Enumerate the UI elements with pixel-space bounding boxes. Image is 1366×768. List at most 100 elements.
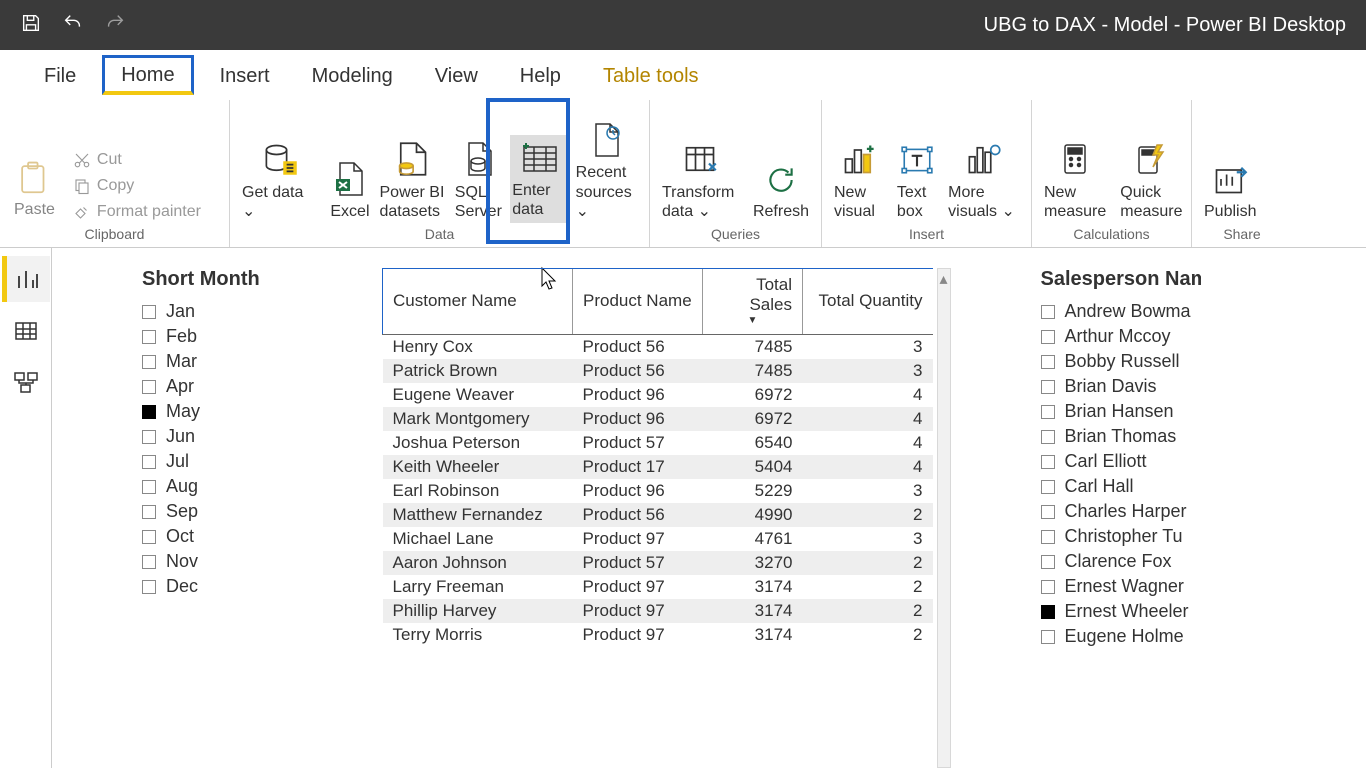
checkbox-icon <box>1041 480 1055 494</box>
column-header[interactable]: Total Quantity <box>803 269 933 335</box>
data-table[interactable]: Customer NameProduct NameTotal Sales▼Tot… <box>382 268 933 768</box>
menu-view[interactable]: View <box>419 59 494 92</box>
slicer-item[interactable]: Carl Elliott <box>1041 449 1201 474</box>
table-row[interactable]: Larry FreemanProduct 9731742 <box>383 575 933 599</box>
table-row[interactable]: Mark MontgomeryProduct 9669724 <box>383 407 933 431</box>
slicer-salesperson[interactable]: Salesperson Nam Andrew BowmaArthur Mccoy… <box>1041 268 1201 768</box>
excel-button[interactable]: Excel <box>328 159 371 223</box>
slicer-item[interactable]: Christopher Tu <box>1041 524 1201 549</box>
undo-icon[interactable] <box>62 12 84 39</box>
slicer-item[interactable]: May <box>142 399 342 424</box>
more-visuals-button[interactable]: More visuals ⌄ <box>946 139 1021 223</box>
pbi-datasets-button[interactable]: Power BI datasets <box>378 139 447 223</box>
menu-help[interactable]: Help <box>504 59 577 92</box>
table-scrollbar[interactable]: ▴ <box>937 268 951 768</box>
table-row[interactable]: Keith WheelerProduct 1754044 <box>383 455 933 479</box>
menu-insert[interactable]: Insert <box>204 59 286 92</box>
report-view-button[interactable] <box>2 256 50 302</box>
slicer-item[interactable]: Clarence Fox <box>1041 549 1201 574</box>
save-icon[interactable] <box>20 12 42 39</box>
slicer-item[interactable]: Oct <box>142 524 342 549</box>
model-view-button[interactable] <box>2 360 50 406</box>
table-row[interactable]: Patrick BrownProduct 5674853 <box>383 359 933 383</box>
slicer-item-label: Andrew Bowma <box>1065 301 1191 322</box>
slicer-item[interactable]: Aug <box>142 474 342 499</box>
enter-data-button[interactable]: Enter data <box>510 135 567 223</box>
cell-sales: 4761 <box>703 527 803 551</box>
slicer-item[interactable]: Feb <box>142 324 342 349</box>
chevron-down-icon: ⌄ <box>576 203 589 220</box>
table-row[interactable]: Matthew FernandezProduct 5649902 <box>383 503 933 527</box>
column-header[interactable]: Product Name <box>573 269 703 335</box>
slicer-item[interactable]: Jun <box>142 424 342 449</box>
slicer-item[interactable]: Bobby Russell <box>1041 349 1201 374</box>
table-row[interactable]: Eugene WeaverProduct 9669724 <box>383 383 933 407</box>
column-header[interactable]: Total Sales▼ <box>703 269 803 335</box>
slicer-item[interactable]: Ernest Wheeler <box>1041 599 1201 624</box>
menu-table-tools[interactable]: Table tools <box>587 59 715 92</box>
cell-sales: 7485 <box>703 335 803 360</box>
new-visual-button[interactable]: New visual <box>832 139 887 223</box>
get-data-button[interactable]: Get data ⌄ <box>240 139 322 223</box>
refresh-button[interactable]: Refresh <box>751 161 811 223</box>
table-row[interactable]: Aaron JohnsonProduct 5732702 <box>383 551 933 575</box>
checkbox-icon <box>1041 580 1055 594</box>
data-view-button[interactable] <box>2 308 50 354</box>
cell-customer: Aaron Johnson <box>383 551 573 575</box>
slicer-item[interactable]: Carl Hall <box>1041 474 1201 499</box>
slicer-item[interactable]: Mar <box>142 349 342 374</box>
slicer-item[interactable]: Charles Harper <box>1041 499 1201 524</box>
table-row[interactable]: Henry CoxProduct 5674853 <box>383 335 933 360</box>
slicer-item[interactable]: Sep <box>142 499 342 524</box>
slicer-item[interactable]: Jan <box>142 299 342 324</box>
checkbox-icon <box>1041 455 1055 469</box>
table-row[interactable]: Phillip HarveyProduct 9731742 <box>383 599 933 623</box>
chevron-down-icon: ⌄ <box>1002 203 1015 220</box>
slicer-item[interactable]: Ernest Wagner <box>1041 574 1201 599</box>
transform-data-button[interactable]: Transform data ⌄ <box>660 139 741 223</box>
slicer-item-label: Jan <box>166 301 195 322</box>
quick-measure-button[interactable]: Quick measure <box>1118 139 1184 223</box>
text-box-button[interactable]: Text box <box>895 141 938 223</box>
cell-product: Product 97 <box>573 599 703 623</box>
chevron-down-icon: ⌄ <box>698 203 711 220</box>
checkbox-icon <box>142 305 156 319</box>
column-header[interactable]: Customer Name <box>383 269 573 335</box>
cell-customer: Phillip Harvey <box>383 599 573 623</box>
paste-button[interactable]: Paste <box>10 154 59 223</box>
slicer-item[interactable]: Apr <box>142 374 342 399</box>
new-measure-button[interactable]: New measure <box>1042 139 1108 223</box>
slicer-item[interactable]: Nov <box>142 549 342 574</box>
redo-icon[interactable] <box>104 12 126 39</box>
format-painter-button[interactable]: Format painter <box>69 201 205 223</box>
slicer-item-label: Carl Hall <box>1065 476 1134 497</box>
publish-button[interactable]: Publish <box>1202 159 1258 223</box>
table-row[interactable]: Terry MorrisProduct 9731742 <box>383 623 933 647</box>
cell-sales: 3174 <box>703 623 803 647</box>
cut-button[interactable]: Cut <box>69 149 205 171</box>
slicer-item[interactable]: Dec <box>142 574 342 599</box>
table-row[interactable]: Earl RobinsonProduct 9652293 <box>383 479 933 503</box>
cell-product: Product 57 <box>573 551 703 575</box>
copy-button[interactable]: Copy <box>69 175 205 197</box>
table-row[interactable]: Michael LaneProduct 9747613 <box>383 527 933 551</box>
slicer-item[interactable]: Brian Hansen <box>1041 399 1201 424</box>
table-row[interactable]: Joshua PetersonProduct 5765404 <box>383 431 933 455</box>
recent-sources-button[interactable]: Recent sources ⌄ <box>574 120 639 223</box>
slicer-item[interactable]: Eugene Holme <box>1041 624 1201 649</box>
group-label-data: Data <box>240 223 639 245</box>
slicer-item[interactable]: Arthur Mccoy <box>1041 324 1201 349</box>
slicer-item[interactable]: Andrew Bowma <box>1041 299 1201 324</box>
slicer-item[interactable]: Brian Davis <box>1041 374 1201 399</box>
checkbox-icon <box>1041 430 1055 444</box>
menu-modeling[interactable]: Modeling <box>296 59 409 92</box>
slicer-short-month[interactable]: Short Month JanFebMarAprMayJunJulAugSepO… <box>142 268 342 768</box>
slicer-item[interactable]: Jul <box>142 449 342 474</box>
sql-server-button[interactable]: SQL Server <box>453 139 504 223</box>
slicer-item-label: Brian Davis <box>1065 376 1157 397</box>
cell-qty: 3 <box>803 335 933 360</box>
slicer-item[interactable]: Brian Thomas <box>1041 424 1201 449</box>
menu-home[interactable]: Home <box>102 55 193 95</box>
checkbox-icon <box>1041 605 1055 619</box>
menu-file[interactable]: File <box>28 59 92 92</box>
